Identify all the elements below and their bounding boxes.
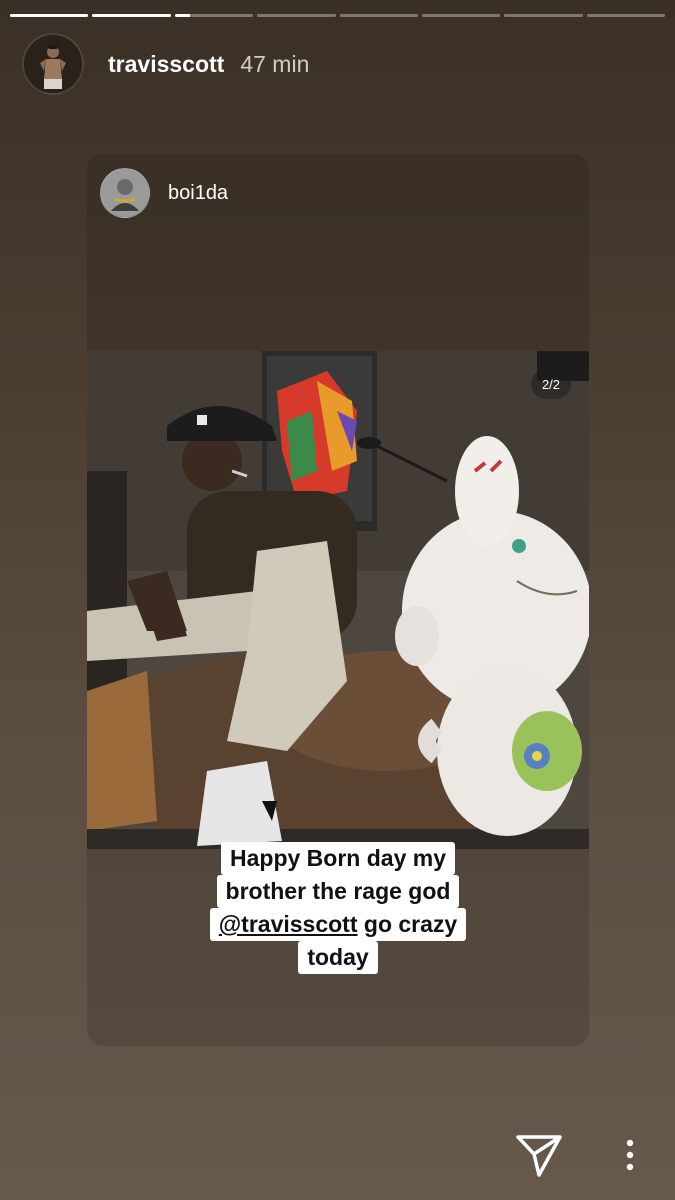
caption-line: @travisscott go crazy — [209, 908, 467, 941]
paper-plane-icon-svg — [516, 1135, 562, 1177]
caption-line: today — [298, 941, 378, 974]
caption-line: Happy Born day my — [221, 842, 455, 875]
shared-post-photo: 2/2 — [87, 351, 589, 849]
story-progress-fill — [92, 14, 171, 17]
story-progress-segment — [174, 14, 254, 17]
story-progress-segment — [586, 14, 665, 17]
story-progress-segment — [421, 14, 501, 17]
avatar[interactable] — [22, 33, 84, 95]
vertical-ellipsis-icon[interactable] — [620, 1138, 640, 1174]
caption-sticker: Happy Born day my brother the rage god @… — [87, 842, 589, 974]
story-progress-segment — [10, 14, 89, 17]
story-progress-segment — [257, 14, 336, 17]
shared-post-header: boi1da — [100, 168, 228, 218]
story-progress-segment — [92, 14, 171, 17]
paper-plane-icon[interactable] — [515, 1134, 563, 1178]
profile-photo-icon — [24, 35, 82, 93]
story-timestamp: 47 min — [240, 50, 310, 77]
mention-link[interactable]: @travisscott — [219, 911, 358, 937]
caption-line: brother the rage god — [216, 875, 460, 908]
carousel-page-indicator: 2/2 — [531, 369, 571, 399]
post-image — [87, 351, 589, 849]
story-header: travisscott 47 min — [22, 33, 309, 95]
shared-post-card[interactable]: boi1da 2/2 Happy Born day my brother the… — [87, 154, 589, 1046]
story-progress-fill — [10, 14, 89, 17]
story-progress-segment — [504, 14, 583, 17]
shared-post-avatar[interactable] — [100, 168, 150, 218]
story-progress-bar — [10, 14, 665, 17]
story-progress-segment — [339, 14, 418, 17]
more-options-icon — [626, 1139, 634, 1171]
story-progress-fill — [174, 14, 191, 17]
profile-photo-icon — [101, 169, 149, 217]
shared-post-username[interactable]: boi1da — [168, 182, 228, 205]
caption-text: go crazy — [357, 911, 458, 937]
story-username[interactable]: travisscott — [108, 51, 224, 78]
